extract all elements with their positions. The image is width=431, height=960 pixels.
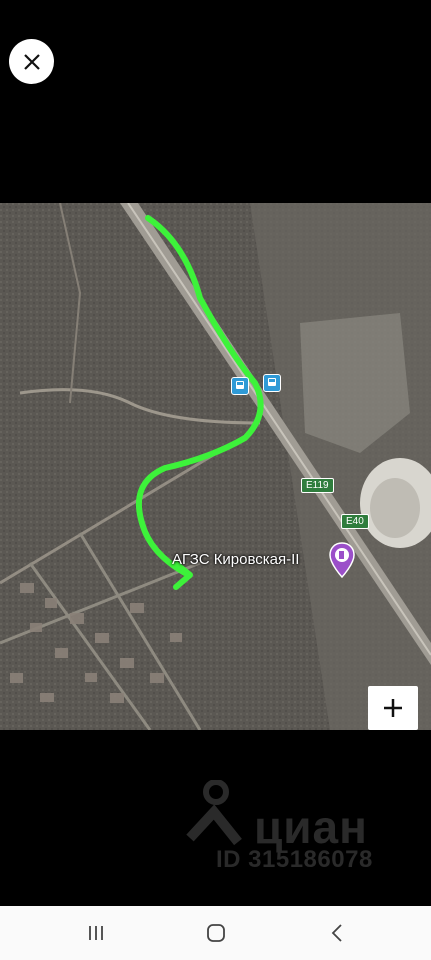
home-icon (207, 924, 225, 942)
plus-icon (384, 699, 402, 717)
close-button[interactable] (9, 39, 54, 84)
road-badge-e40: E40 (341, 514, 369, 529)
home-button[interactable] (196, 918, 236, 948)
cian-logo-icon (186, 780, 242, 846)
system-nav-bar (0, 906, 431, 960)
bus-stop-icon[interactable] (231, 377, 249, 395)
map-satellite-background (0, 203, 431, 730)
back-icon (331, 924, 342, 942)
fuel-station-pin-icon[interactable] (329, 542, 355, 579)
recents-button[interactable] (76, 918, 116, 948)
recents-icon (89, 926, 103, 940)
back-button[interactable] (317, 918, 357, 948)
cian-watermark: циан ID 315186078 (184, 780, 414, 880)
listing-id-text: ID 315186078 (216, 846, 373, 873)
map-view[interactable]: E119 E40 (0, 203, 431, 730)
bus-stop-icon[interactable] (263, 374, 281, 392)
road-badge-e119: E119 (301, 478, 334, 493)
map-control-button[interactable] (368, 686, 418, 730)
close-icon (23, 53, 40, 70)
poi-label[interactable]: АГЗС Кировская-II (172, 551, 299, 568)
